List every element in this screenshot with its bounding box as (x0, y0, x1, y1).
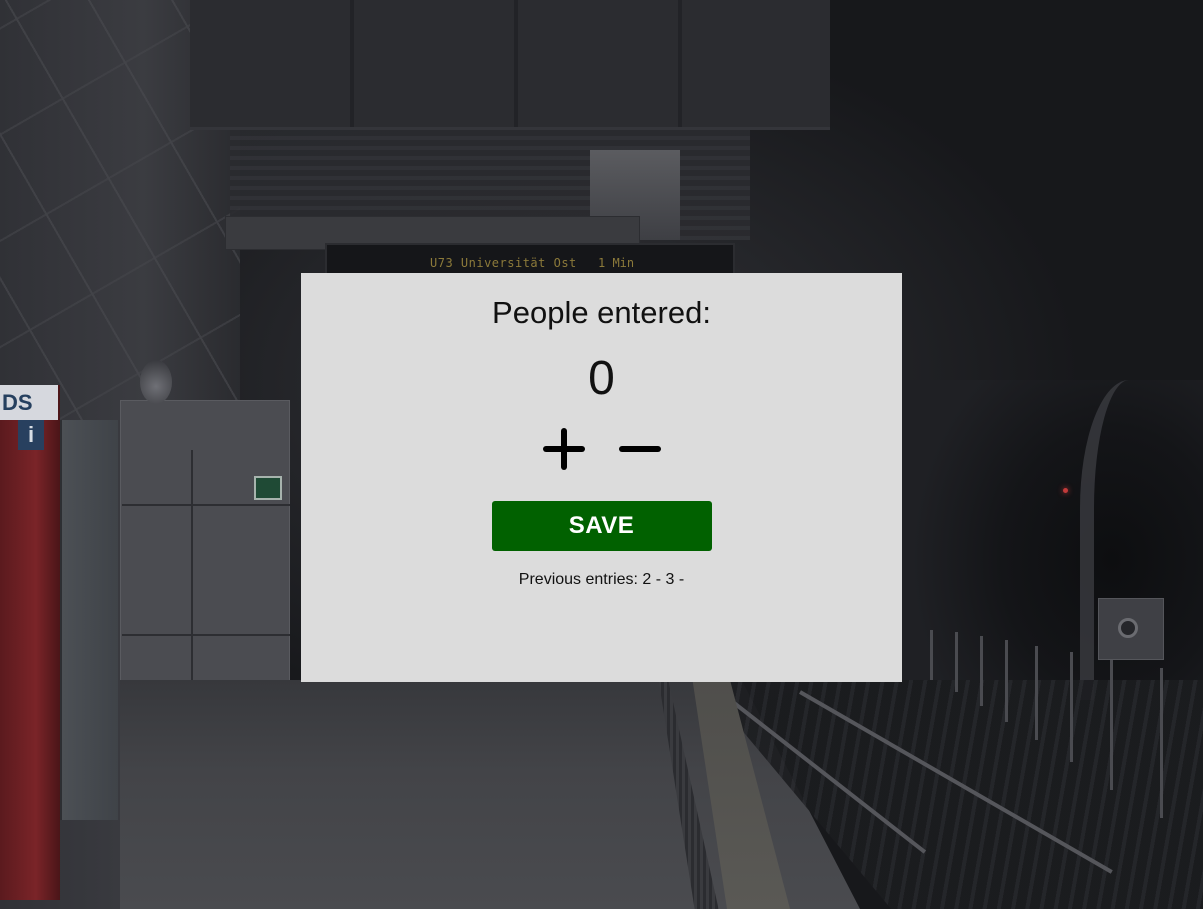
previous-entries: Previous entries: 2 - 3 - (518, 571, 685, 588)
departure-board-time: 1 Min (598, 256, 635, 270)
fence-post (1070, 652, 1073, 762)
info-column (0, 385, 60, 900)
signal-light (1063, 488, 1068, 493)
people-count: 0 (588, 352, 615, 405)
exit-sign-icon (254, 476, 282, 500)
fence-post (1110, 660, 1113, 790)
glass-panel (60, 420, 118, 820)
security-camera-icon (140, 360, 172, 404)
column-sign: DS (0, 385, 58, 420)
decrement-minus-icon[interactable] (618, 428, 661, 470)
fence-post (980, 636, 983, 706)
wall-box-lens (1118, 618, 1138, 638)
fence-post (1160, 668, 1163, 818)
fence-post (1035, 646, 1038, 740)
ceiling-panels (190, 0, 830, 130)
increment-plus-icon[interactable] (542, 428, 585, 470)
info-icon: i (18, 420, 44, 450)
fence-post (930, 630, 933, 680)
departure-board-line: U73 Universität Ost (430, 256, 577, 270)
people-counter-dialog: People entered: 0 SAVE Previous entries:… (301, 273, 902, 682)
fence-post (955, 632, 958, 692)
dialog-title: People entered: (492, 295, 711, 330)
fence-post (1005, 640, 1008, 722)
save-button[interactable]: SAVE (491, 501, 712, 551)
count-stepper (542, 427, 661, 471)
